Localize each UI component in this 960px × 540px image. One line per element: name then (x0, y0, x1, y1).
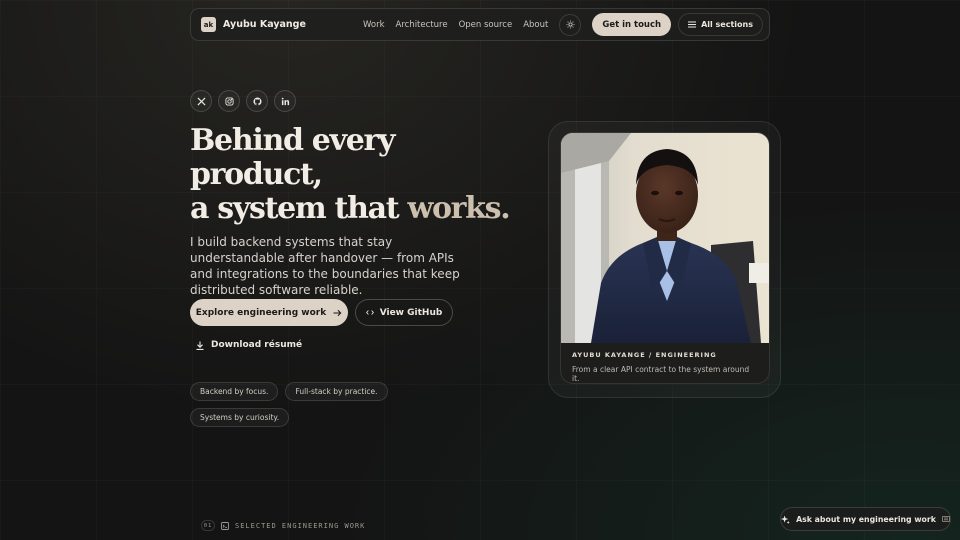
section-label: SELECTED ENGINEERING WORK (235, 521, 366, 530)
top-navbar: ak Ayubu Kayange Work Architecture Open … (190, 8, 770, 41)
chip-backend: Backend by focus. (190, 382, 279, 401)
sun-icon (566, 20, 575, 29)
focus-chips: Backend by focus. Full-stack by practice… (190, 382, 400, 427)
linkedin-link[interactable] (274, 90, 296, 112)
brand-name: Ayubu Kayange (223, 19, 306, 30)
hero-title-line-2: product, (190, 157, 323, 192)
github-link[interactable] (246, 90, 268, 112)
nav-link-open-source[interactable]: Open source (459, 20, 513, 30)
ask-ai-button[interactable]: Ask about my engineering work (780, 507, 951, 531)
instagram-link[interactable] (218, 90, 240, 112)
hero-title-line-1: Behind every (190, 123, 395, 158)
get-in-touch-button[interactable]: Get in touch (592, 13, 672, 36)
nav-link-about[interactable]: About (523, 20, 548, 30)
download-icon (196, 341, 204, 350)
hero-title-accent-word: works. (407, 191, 510, 226)
profile-caption-text: From a clear API contract to the system … (572, 365, 750, 383)
menu-icon (688, 21, 697, 28)
chip-full-stack: Full-stack by practice. (285, 382, 388, 401)
ask-ai-label: Ask about my engineering work (796, 514, 936, 524)
x-icon (196, 96, 206, 106)
nav-link-architecture[interactable]: Architecture (396, 20, 448, 30)
social-links (190, 90, 296, 112)
sparkle-icon (781, 514, 790, 524)
profile-photo (561, 133, 769, 343)
download-resume-label: Download résumé (211, 340, 303, 350)
brand-logo: ak (201, 17, 216, 32)
hero-title-line-3: a system that (190, 191, 408, 226)
chip-systems: Systems by curiosity. (190, 408, 290, 427)
theme-toggle-button[interactable] (559, 13, 582, 36)
hero-title: Behind every product, a system that work… (190, 123, 511, 226)
all-sections-label: All sections (701, 20, 753, 29)
github-icon (252, 97, 262, 105)
arrow-right-icon (333, 309, 342, 316)
section-marker: 01 SELECTED ENGINEERING WORK (201, 520, 365, 531)
explore-work-label: Explore engineering work (195, 307, 327, 318)
x-link[interactable] (190, 90, 212, 112)
profile-caption-label: AYUBU KAYANGE / ENGINEERING (572, 351, 717, 359)
code-icon (365, 310, 374, 315)
background-grid (0, 0, 960, 540)
terminal-icon (221, 521, 229, 530)
nav-links: Work Architecture Open source About (363, 20, 548, 30)
explore-work-button[interactable]: Explore engineering work (190, 299, 348, 326)
view-github-label: View GitHub (379, 307, 443, 318)
profile-caption: AYUBU KAYANGE / ENGINEERING From a clear… (561, 343, 769, 383)
nav-link-work[interactable]: Work (363, 20, 385, 30)
brand[interactable]: ak Ayubu Kayange (201, 17, 306, 32)
view-github-button[interactable]: View GitHub (355, 299, 453, 326)
keyboard-shortcut-icon (941, 516, 950, 522)
instagram-icon (224, 96, 234, 106)
all-sections-button[interactable]: All sections (678, 13, 763, 36)
hero-subtitle: I build backend systems that stay unders… (190, 235, 460, 297)
profile-card: AYUBU KAYANGE / ENGINEERING From a clear… (560, 132, 770, 384)
download-resume-link[interactable]: Download résumé (196, 340, 302, 350)
section-number: 01 (201, 520, 215, 531)
linkedin-icon (281, 97, 289, 105)
